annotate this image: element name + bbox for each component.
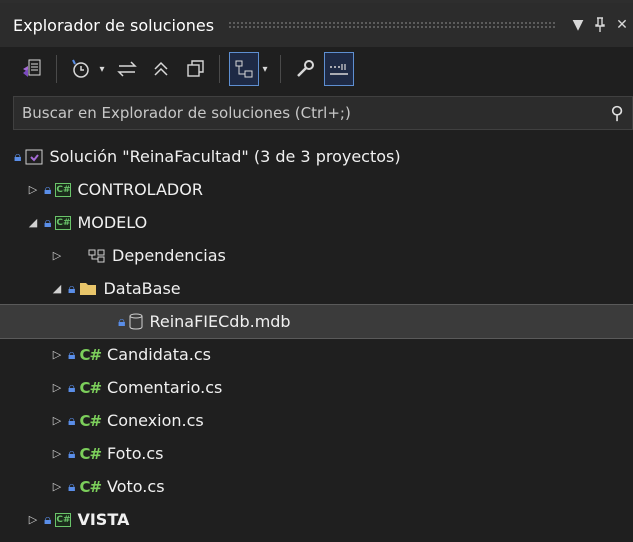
- tree-node-project[interactable]: ◢ 🔒︎ C# MODELO: [0, 206, 633, 239]
- expand-arrow-icon[interactable]: ▷: [50, 249, 64, 262]
- expand-arrow-icon[interactable]: ▷: [50, 348, 64, 361]
- search-icon[interactable]: ⚲: [602, 103, 632, 124]
- solution-icon: [25, 149, 43, 165]
- lock-icon: 🔒︎: [68, 412, 76, 429]
- tree-node-project[interactable]: ▷ 🔒︎ C# VISTA: [0, 503, 633, 536]
- csharp-file-icon: C#: [79, 477, 102, 496]
- chevron-down-icon[interactable]: ▾: [97, 53, 107, 85]
- tree-node-project[interactable]: ▷ 🔒︎ C# CONTROLADOR: [0, 173, 633, 206]
- lock-icon: 🔒︎: [44, 214, 52, 231]
- csharp-file-icon: C#: [79, 444, 102, 463]
- lock-icon: 🔒︎: [44, 181, 52, 198]
- tree-node-file[interactable]: ▷ 🔒︎ C# Foto.cs: [0, 437, 633, 470]
- tree-node-file[interactable]: ▷ 🔒︎ C# Voto.cs: [0, 470, 633, 503]
- toolbar-separator: [280, 55, 281, 83]
- drag-grip[interactable]: [228, 21, 555, 29]
- tree-node-solution[interactable]: 🔒︎ Solución "ReinaFacultad" (3 de 3 proy…: [0, 140, 633, 173]
- lock-icon: 🔒︎: [68, 379, 76, 396]
- csharp-project-icon: C#: [55, 215, 72, 230]
- tree-node-file[interactable]: ▷ 🔒︎ C# Conexion.cs: [0, 404, 633, 437]
- lock-icon: 🔒︎: [118, 313, 126, 330]
- csharp-file-icon: C#: [79, 378, 102, 397]
- tree-node-dependencies[interactable]: ▷ Dependencias: [0, 239, 633, 272]
- expand-arrow-icon[interactable]: ▷: [50, 447, 64, 460]
- expand-arrow-icon[interactable]: ▷: [26, 183, 40, 196]
- lock-icon: 🔒︎: [68, 346, 76, 363]
- tree-node-folder[interactable]: ◢ 🔒︎ DataBase: [0, 272, 633, 305]
- tree-label: Dependencias: [112, 246, 226, 265]
- tree-label: DataBase: [103, 279, 181, 298]
- tree-label: VISTA: [77, 510, 130, 529]
- database-icon: [129, 313, 143, 330]
- switch-views-icon[interactable]: [18, 53, 46, 85]
- chevron-down-icon[interactable]: ▾: [260, 53, 270, 85]
- tree-label: Foto.cs: [107, 444, 164, 463]
- collapse-arrow-icon[interactable]: ◢: [50, 282, 64, 295]
- pin-icon[interactable]: [589, 10, 611, 40]
- search-box[interactable]: ⚲: [13, 96, 633, 130]
- preview-selected-icon[interactable]: [324, 52, 354, 86]
- sync-icon[interactable]: [113, 53, 141, 85]
- lock-icon: 🔒︎: [68, 280, 76, 297]
- tree-node-file[interactable]: ▷ 🔒︎ C# Comentario.cs: [0, 371, 633, 404]
- tree-node-file[interactable]: ▷ 🔒︎ C# Candidata.cs: [0, 338, 633, 371]
- dependencies-icon: [88, 248, 106, 264]
- tree-label: MODELO: [77, 213, 148, 232]
- tree-label: CONTROLADOR: [77, 180, 203, 199]
- search-input[interactable]: [14, 103, 602, 123]
- expand-arrow-icon[interactable]: ▷: [26, 513, 40, 526]
- collapse-all-icon[interactable]: [147, 53, 175, 85]
- expand-arrow-icon[interactable]: ▷: [50, 381, 64, 394]
- tree-label: Conexion.cs: [107, 411, 204, 430]
- lock-icon: 🔒︎: [14, 148, 22, 165]
- toolbar-separator: [219, 55, 220, 83]
- class-view-icon[interactable]: [229, 52, 259, 86]
- expand-arrow-icon[interactable]: ▷: [50, 480, 64, 493]
- lock-icon: 🔒︎: [68, 478, 76, 495]
- toolbar: ▾ ▾: [0, 47, 633, 91]
- tree-label: Voto.cs: [107, 477, 165, 496]
- csharp-project-icon: C#: [55, 182, 72, 197]
- csharp-file-icon: C#: [79, 411, 102, 430]
- lock-icon: 🔒︎: [44, 511, 52, 528]
- expand-arrow-icon[interactable]: ▷: [50, 414, 64, 427]
- collapse-arrow-icon[interactable]: ◢: [26, 216, 40, 229]
- panel-title: Explorador de soluciones: [13, 15, 215, 35]
- close-icon[interactable]: ✕: [611, 10, 633, 40]
- toolbar-separator: [56, 55, 57, 83]
- pending-changes-icon[interactable]: [67, 53, 95, 85]
- csharp-file-icon: C#: [79, 345, 102, 364]
- tree-label: Candidata.cs: [107, 345, 212, 364]
- tree-label: Comentario.cs: [107, 378, 223, 397]
- show-all-files-icon[interactable]: [181, 53, 209, 85]
- csharp-project-icon: C#: [55, 512, 72, 527]
- folder-icon: [79, 281, 97, 296]
- solution-tree: 🔒︎ Solución "ReinaFacultad" (3 de 3 proy…: [0, 140, 633, 536]
- lock-icon: 🔒︎: [68, 445, 76, 462]
- tree-label: ReinaFIECdb.mdb: [149, 312, 291, 331]
- tree-node-file-selected[interactable]: 🔒︎ ReinaFIECdb.mdb: [0, 304, 633, 339]
- panel-titlebar[interactable]: Explorador de soluciones ▼ ✕: [0, 3, 633, 48]
- properties-wrench-icon[interactable]: [291, 53, 319, 85]
- triangle-down-icon[interactable]: ▼: [567, 10, 589, 40]
- tree-label: Solución "ReinaFacultad" (3 de 3 proyect…: [49, 147, 401, 166]
